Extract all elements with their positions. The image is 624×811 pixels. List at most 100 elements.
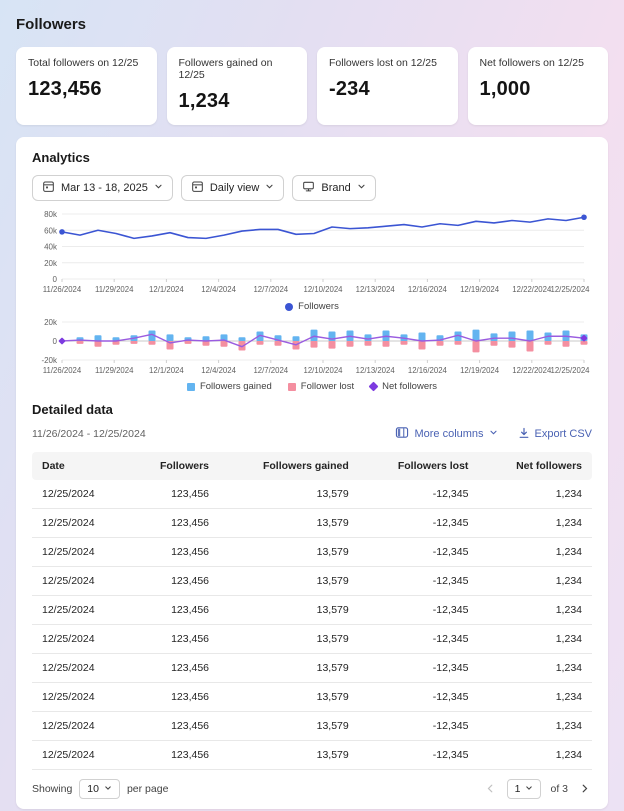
pagination: 1 of 3	[483, 779, 592, 799]
more-columns-label: More columns	[414, 428, 483, 440]
table-row: 12/25/2024123,45613,579-12,3451,234	[32, 712, 592, 741]
line-chart-legend: Followers	[32, 301, 592, 312]
filter-row: Mar 13 - 18, 2025 Daily view Brand	[32, 175, 592, 201]
table-cell: 123,456	[128, 712, 219, 741]
next-page-button[interactable]	[577, 780, 592, 799]
chevron-down-icon	[265, 182, 274, 194]
table-cell: 12/25/2024	[32, 683, 128, 712]
table-footer: Showing 10 per page 1	[32, 779, 592, 799]
stat-value: 1,000	[480, 78, 597, 101]
table-cell: 13,579	[219, 480, 359, 509]
detailed-data-title: Detailed data	[32, 402, 592, 417]
per-page-label: per page	[127, 783, 168, 795]
table-cell: 13,579	[219, 683, 359, 712]
download-icon	[518, 427, 530, 442]
more-columns-button[interactable]: More columns	[395, 426, 497, 442]
table-cell: 13,579	[219, 625, 359, 654]
table-cell: 1,234	[478, 625, 592, 654]
table-row: 12/25/2024123,45613,579-12,3451,234	[32, 509, 592, 538]
chevron-down-icon	[154, 182, 163, 194]
detailed-data-section: Detailed data 11/26/2024 - 12/25/2024 Mo…	[32, 402, 592, 442]
legend-label: Followers	[298, 301, 339, 312]
legend-label: Follower lost	[301, 381, 354, 392]
svg-text:12/10/2024: 12/10/2024	[303, 366, 343, 375]
legend-label: Net followers	[382, 381, 437, 392]
table-header-cell: Followers	[128, 452, 219, 480]
svg-text:20k: 20k	[44, 259, 58, 268]
svg-text:12/16/2024: 12/16/2024	[408, 285, 448, 294]
table-cell: -12,345	[359, 480, 479, 509]
table-cell: 12/25/2024	[32, 712, 128, 741]
svg-text:12/16/2024: 12/16/2024	[408, 366, 448, 375]
detailed-table-body: 12/25/2024123,45613,579-12,3451,23412/25…	[32, 480, 592, 770]
svg-text:12/22/2024: 12/22/2024	[512, 366, 552, 375]
stat-value: 1,234	[179, 90, 296, 113]
brand-label: Brand	[321, 182, 350, 194]
export-csv-button[interactable]: Export CSV	[518, 427, 592, 442]
svg-text:11/29/2024: 11/29/2024	[95, 366, 134, 375]
table-row: 12/25/2024123,45613,579-12,3451,234	[32, 741, 592, 770]
svg-text:12/1/2024: 12/1/2024	[149, 366, 184, 375]
net-legend-diamond	[369, 382, 379, 392]
table-cell: 1,234	[478, 654, 592, 683]
chevron-left-icon	[485, 782, 496, 797]
table-cell: 12/25/2024	[32, 567, 128, 596]
followers-legend-dot	[285, 303, 293, 311]
table-cell: 1,234	[478, 741, 592, 770]
legend-item-gained: Followers gained	[187, 381, 272, 392]
table-cell: 13,579	[219, 741, 359, 770]
table-cell: -12,345	[359, 712, 479, 741]
legend-label: Followers gained	[200, 381, 272, 392]
table-cell: 1,234	[478, 480, 592, 509]
table-cell: 1,234	[478, 683, 592, 712]
stat-label: Followers lost on 12/25	[329, 57, 446, 69]
showing-label: Showing	[32, 783, 72, 795]
table-cell: 123,456	[128, 567, 219, 596]
analytics-title: Analytics	[32, 150, 592, 165]
monitor-icon	[302, 180, 315, 196]
table-cell: 12/25/2024	[32, 596, 128, 625]
legend-item-followers: Followers	[285, 301, 339, 312]
table-cell: 12/25/2024	[32, 480, 128, 509]
svg-text:12/7/2024: 12/7/2024	[253, 366, 288, 375]
svg-text:12/25/2024: 12/25/2024	[550, 366, 590, 375]
chevron-down-icon	[489, 428, 498, 440]
svg-text:12/13/2024: 12/13/2024	[356, 366, 396, 375]
chevron-down-icon	[104, 783, 112, 795]
table-cell: 123,456	[128, 538, 219, 567]
page-size-value: 10	[87, 783, 99, 795]
page-size-select[interactable]: 10	[79, 779, 120, 799]
table-cell: -12,345	[359, 683, 479, 712]
stat-card-net-followers: Net followers on 12/25 1,000	[468, 47, 609, 125]
detailed-date-range: 11/26/2024 - 12/25/2024	[32, 428, 146, 440]
chevron-down-icon	[525, 783, 533, 795]
svg-text:-20k: -20k	[41, 356, 58, 365]
legend-item-net: Net followers	[370, 381, 437, 392]
view-granularity-filter[interactable]: Daily view	[181, 175, 285, 201]
table-cell: 123,456	[128, 683, 219, 712]
page-number-select[interactable]: 1	[507, 779, 542, 799]
table-row: 12/25/2024123,45613,579-12,3451,234	[32, 596, 592, 625]
table-cell: 1,234	[478, 596, 592, 625]
table-cell: -12,345	[359, 741, 479, 770]
svg-text:40k: 40k	[44, 243, 58, 252]
table-header-cell: Followers lost	[359, 452, 479, 480]
bar-chart-legend: Followers gained Follower lost Net follo…	[32, 381, 592, 392]
table-cell: 123,456	[128, 625, 219, 654]
table-cell: 1,234	[478, 567, 592, 596]
stat-value: 123,456	[28, 78, 145, 101]
table-cell: 12/25/2024	[32, 509, 128, 538]
detailed-data-table: DateFollowersFollowers gainedFollowers l…	[32, 452, 592, 770]
svg-text:80k: 80k	[44, 210, 58, 219]
prev-page-button[interactable]	[483, 780, 498, 799]
svg-text:11/29/2024: 11/29/2024	[95, 285, 134, 294]
table-cell: -12,345	[359, 625, 479, 654]
table-cell: 1,234	[478, 509, 592, 538]
stat-label: Followers gained on 12/25	[179, 57, 296, 81]
page-title: Followers	[16, 16, 608, 33]
table-cell: -12,345	[359, 596, 479, 625]
brand-filter[interactable]: Brand	[292, 175, 375, 201]
table-cell: 13,579	[219, 538, 359, 567]
date-range-filter[interactable]: Mar 13 - 18, 2025	[32, 175, 173, 201]
svg-text:0: 0	[53, 337, 58, 346]
